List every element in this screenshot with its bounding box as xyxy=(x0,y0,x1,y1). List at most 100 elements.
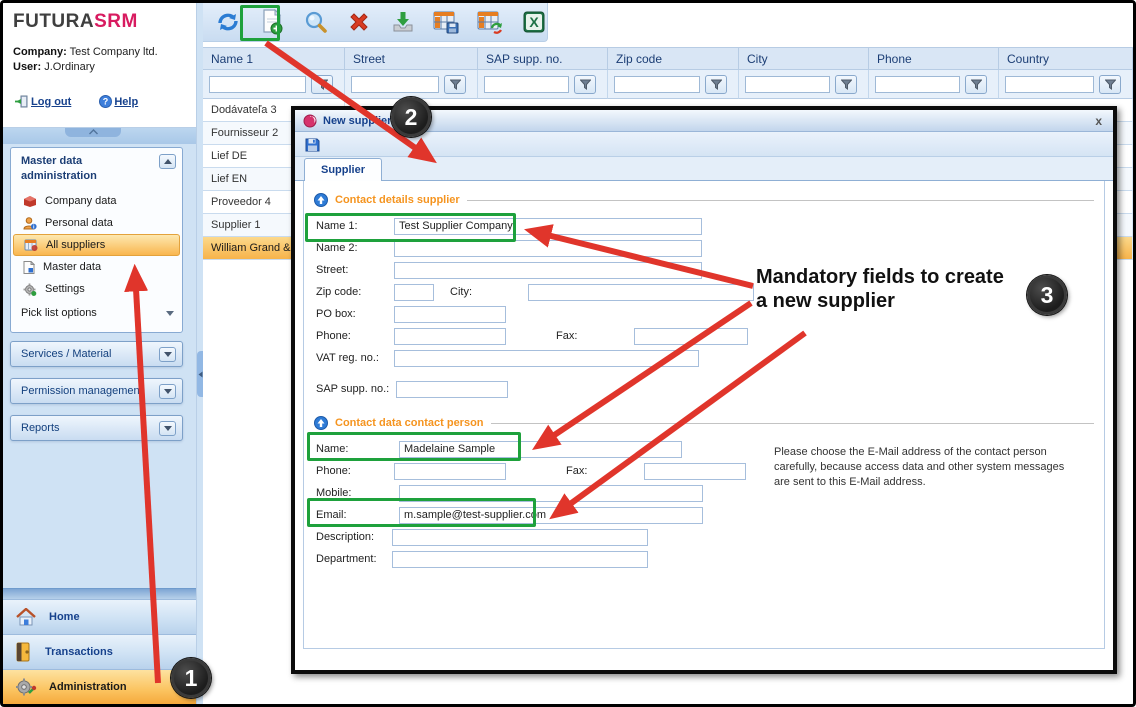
delete-button[interactable] xyxy=(346,9,373,36)
user-info: Company: Test Company ltd. User: J.Ordin… xyxy=(13,45,158,75)
filter-button[interactable] xyxy=(574,75,596,94)
filter-button[interactable] xyxy=(444,75,466,94)
panel-expand-button[interactable] xyxy=(159,384,176,399)
nav-item-transactions[interactable]: Transactions xyxy=(3,634,196,669)
tab-supplier[interactable]: Supplier xyxy=(304,158,382,181)
logout-icon xyxy=(15,95,29,108)
filter-input-street[interactable] xyxy=(351,76,439,93)
pick-list-options-label: Pick list options xyxy=(21,307,97,319)
personal-data-icon: i xyxy=(23,217,37,230)
fax-input[interactable] xyxy=(634,328,748,345)
logo-primary: FUTURA xyxy=(13,11,94,32)
svg-text:X: X xyxy=(529,14,539,30)
logout-label: Log out xyxy=(31,96,71,108)
column-header-phone[interactable]: Phone xyxy=(869,47,999,70)
filter-button[interactable] xyxy=(311,75,333,94)
description-input[interactable] xyxy=(392,529,648,546)
filter-input-sap-supp-no[interactable] xyxy=(484,76,569,93)
panel-title-line1: Master data xyxy=(21,154,174,169)
field-label-contact-fax: Fax: xyxy=(566,465,644,477)
sidebar-item-pick-list-options[interactable]: Pick list options xyxy=(11,302,182,324)
filter-button[interactable] xyxy=(965,75,987,94)
save-layout-button[interactable] xyxy=(433,9,460,36)
refresh-layout-button[interactable] xyxy=(477,9,504,36)
triangle-up-icon xyxy=(164,159,172,164)
filter-input-country[interactable] xyxy=(1005,76,1094,93)
nav-item-administration[interactable]: Administration xyxy=(3,669,196,704)
triangle-down-icon xyxy=(164,426,172,431)
column-header-zip-code[interactable]: Zip code xyxy=(608,47,739,70)
section-bullet-icon[interactable] xyxy=(314,416,328,430)
filter-button[interactable] xyxy=(705,75,727,94)
phone-input[interactable] xyxy=(394,328,506,345)
filter-button[interactable] xyxy=(1099,75,1121,94)
vat-input[interactable] xyxy=(394,350,699,367)
home-icon xyxy=(15,608,37,627)
city-input[interactable] xyxy=(528,284,754,301)
excel-export-icon: X xyxy=(522,10,546,34)
refresh-icon xyxy=(216,10,240,34)
sidebar-splitter[interactable] xyxy=(196,3,203,704)
sidebar-item-all-suppliers[interactable]: All suppliers xyxy=(13,234,180,256)
caret-down-icon xyxy=(166,311,174,316)
panel-expand-button[interactable] xyxy=(159,347,176,362)
section-bullet-icon[interactable] xyxy=(314,193,328,207)
sap-supp-no-input[interactable] xyxy=(396,381,508,398)
import-button[interactable] xyxy=(390,9,417,36)
sidebar-panel-permission-management[interactable]: Permission management xyxy=(10,378,183,404)
search-button[interactable] xyxy=(302,9,329,36)
panel-collapse-button[interactable] xyxy=(159,154,176,169)
save-button[interactable] xyxy=(305,137,320,152)
sidebar-collapse-handle[interactable] xyxy=(65,128,121,137)
pobox-input[interactable] xyxy=(394,306,506,323)
import-icon xyxy=(391,10,415,34)
field-label-city: City: xyxy=(450,286,528,298)
street-input[interactable] xyxy=(394,262,702,279)
field-label-department: Department: xyxy=(316,553,394,565)
master-data-icon xyxy=(23,261,35,274)
funnel-icon xyxy=(841,79,852,90)
column-header-city[interactable]: City xyxy=(739,47,869,70)
column-header-name1[interactable]: Name 1 xyxy=(203,47,345,70)
nav-item-home[interactable]: Home xyxy=(3,599,196,634)
field-label-fax: Fax: xyxy=(556,330,634,342)
contact-fax-input[interactable] xyxy=(644,463,746,480)
filter-button[interactable] xyxy=(835,75,857,94)
filter-input-name1[interactable] xyxy=(209,76,306,93)
funnel-icon xyxy=(1105,79,1116,90)
column-header-street[interactable]: Street xyxy=(345,47,478,70)
filter-input-phone[interactable] xyxy=(875,76,960,93)
contact-phone-input[interactable] xyxy=(394,463,506,480)
close-icon[interactable]: x xyxy=(1092,115,1105,127)
sidebar-item-master-data[interactable]: Master data xyxy=(11,256,182,278)
field-label-contact-phone: Phone: xyxy=(316,465,394,477)
sidebar-item-personal-data[interactable]: i Personal data xyxy=(11,212,182,234)
save-icon xyxy=(305,137,320,152)
sidebar-item-settings[interactable]: Settings xyxy=(11,278,182,300)
field-label-sap: SAP supp. no.: xyxy=(316,383,394,395)
field-label-phone: Phone: xyxy=(316,330,394,342)
filter-input-zip-code[interactable] xyxy=(614,76,700,93)
logo-accent: SRM xyxy=(94,11,138,32)
column-header-country[interactable]: Country xyxy=(999,47,1133,70)
department-input[interactable] xyxy=(392,551,648,568)
step-badge-3: 3 xyxy=(1027,275,1067,315)
help-link[interactable]: ? Help xyxy=(99,95,138,108)
sidebar-panel-services-material[interactable]: Services / Material xyxy=(10,341,183,367)
name2-input[interactable] xyxy=(394,240,702,257)
sidebar-divider-band xyxy=(3,128,196,144)
highlight-box-new-supplier-icon xyxy=(240,5,280,41)
nav-item-label: Transactions xyxy=(45,646,113,658)
filter-input-city[interactable] xyxy=(745,76,830,93)
zip-input[interactable] xyxy=(394,284,434,301)
sidebar-item-company-data[interactable]: Company data xyxy=(11,190,182,212)
panel-expand-button[interactable] xyxy=(159,421,176,436)
sidebar-panel-reports[interactable]: Reports xyxy=(10,415,183,441)
refresh-button[interactable] xyxy=(215,9,242,36)
excel-export-button[interactable]: X xyxy=(520,9,547,36)
logout-link[interactable]: Log out xyxy=(15,95,71,108)
column-header-sap-supp-no[interactable]: SAP supp. no. xyxy=(478,47,608,70)
panel-label: Permission management xyxy=(21,385,143,397)
administration-icon xyxy=(15,677,37,697)
triangle-down-icon xyxy=(164,389,172,394)
